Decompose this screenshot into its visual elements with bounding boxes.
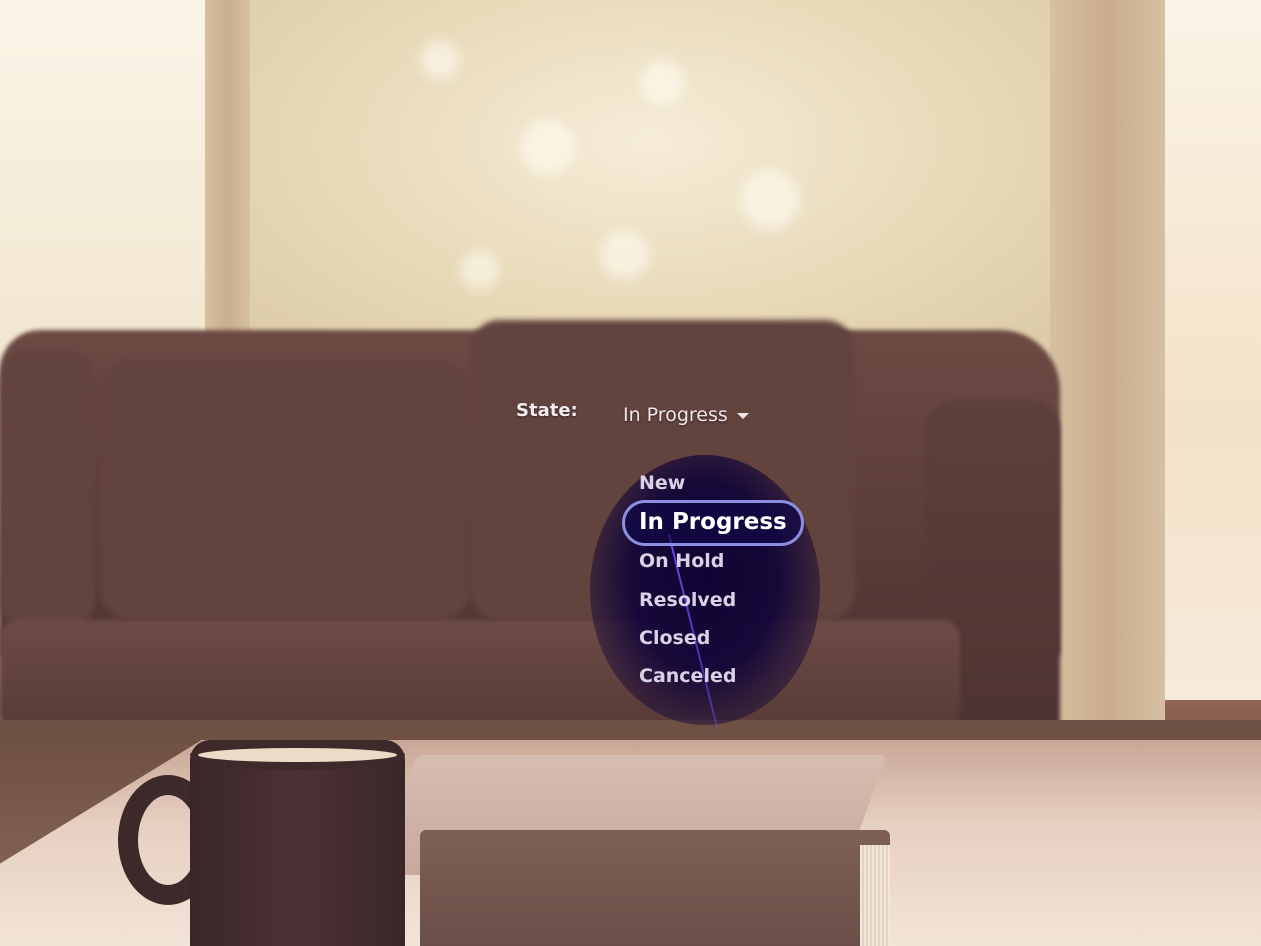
window-main	[250, 0, 1050, 355]
sofa-cushion	[100, 360, 470, 620]
caret-down-icon	[736, 413, 749, 419]
bokeh-light	[640, 60, 685, 105]
book-pages	[860, 845, 890, 946]
window-left	[0, 0, 205, 360]
bokeh-light	[740, 170, 800, 230]
window-frame	[1050, 0, 1165, 720]
state-select-value: In Progress	[623, 404, 728, 426]
book	[420, 830, 890, 946]
state-select[interactable]: In Progress	[623, 404, 749, 426]
window-right	[1165, 0, 1261, 700]
option-in-progress[interactable]: In Progress	[622, 500, 804, 546]
option-closed[interactable]: Closed	[639, 627, 710, 649]
option-new[interactable]: New	[639, 472, 685, 494]
bokeh-light	[460, 250, 500, 290]
option-resolved[interactable]: Resolved	[639, 589, 736, 611]
bokeh-light	[600, 230, 650, 280]
option-on-hold[interactable]: On Hold	[639, 550, 724, 572]
coffee-mug	[190, 740, 405, 946]
mug-rim	[190, 740, 405, 770]
bokeh-light	[520, 120, 575, 175]
option-canceled[interactable]: Canceled	[639, 665, 736, 687]
bokeh-light	[420, 40, 460, 80]
sofa-cushion	[0, 350, 95, 630]
sofa-seat	[0, 620, 960, 730]
background-photo	[0, 0, 1261, 946]
window-frame	[205, 0, 250, 360]
state-label: State:	[516, 400, 578, 421]
